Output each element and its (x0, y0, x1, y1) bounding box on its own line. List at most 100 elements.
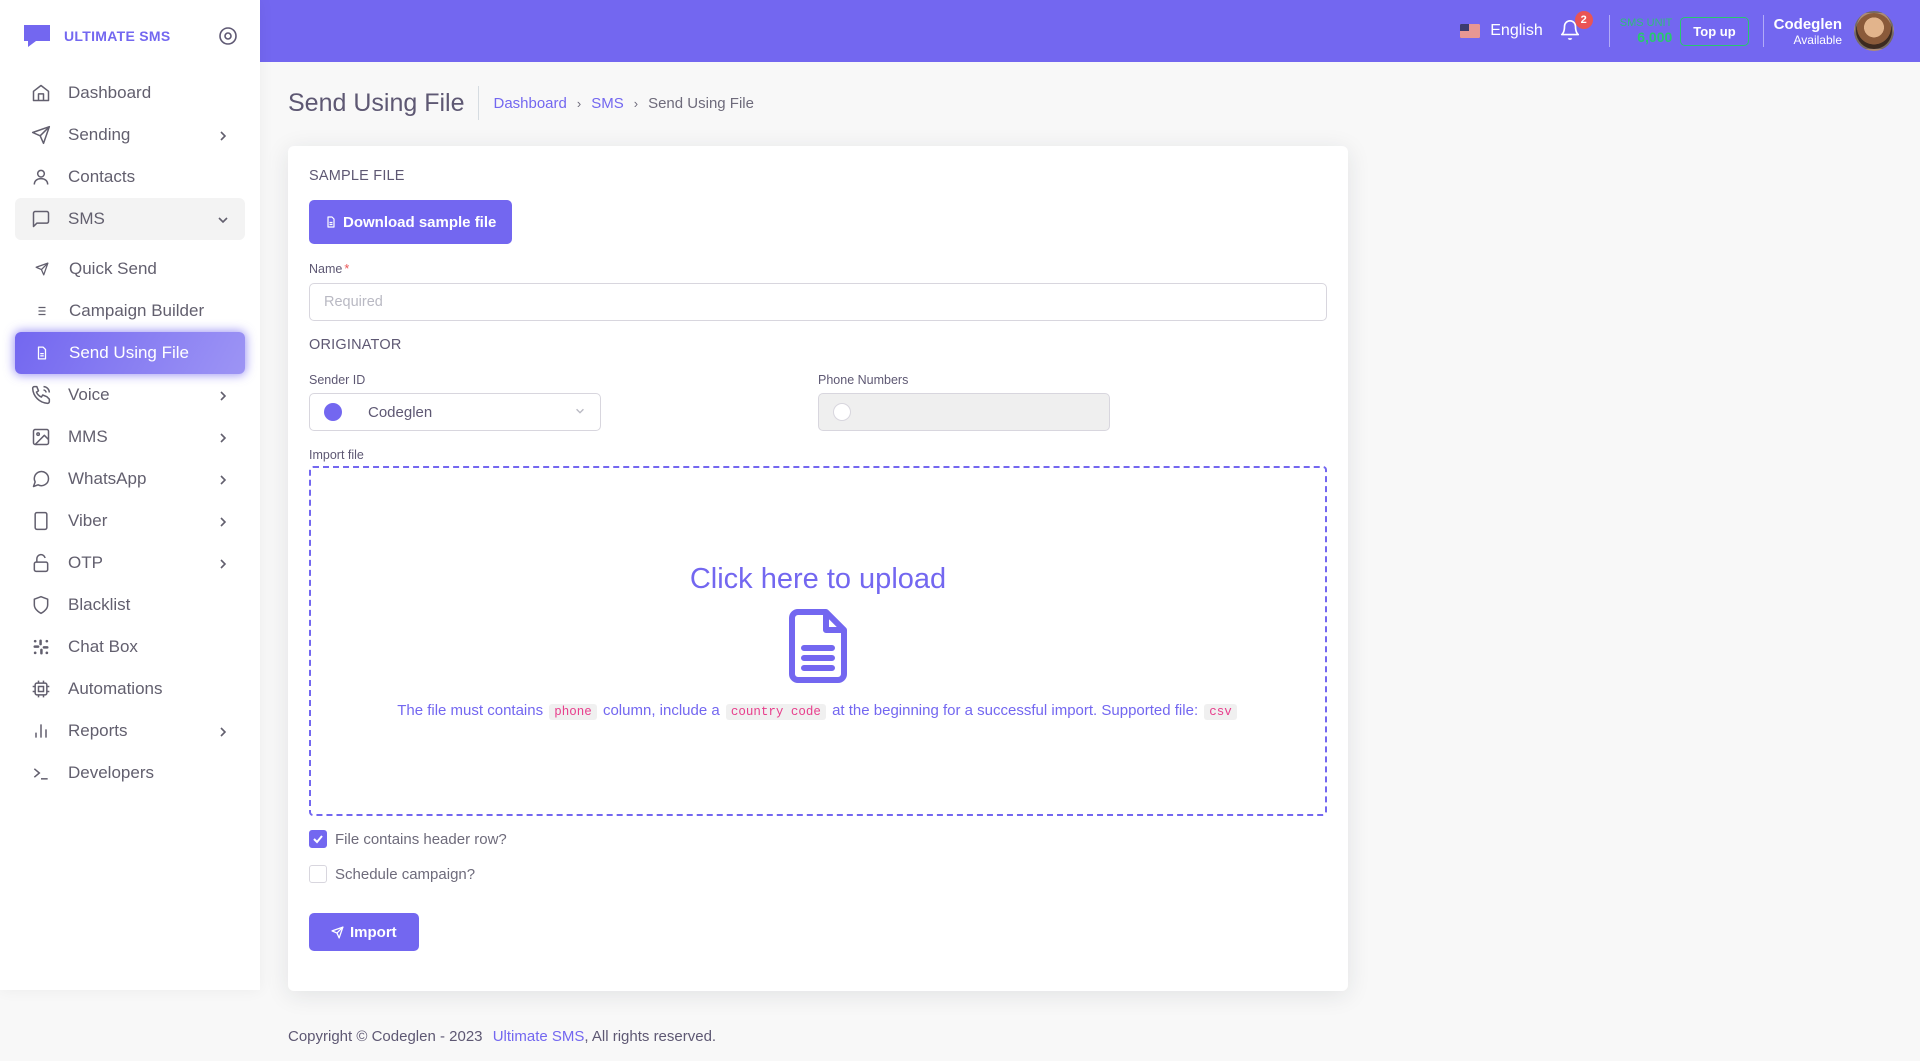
sidebar-item-label: SMS (68, 209, 105, 228)
footer-link[interactable]: Ultimate SMS (493, 1028, 585, 1045)
send-small-icon (31, 258, 53, 280)
chevron-right-icon: › (576, 95, 582, 111)
chevron-right-icon (216, 556, 230, 570)
name-label-text: Name (309, 262, 343, 276)
tablet-icon (30, 510, 52, 532)
message-circle-icon (30, 468, 52, 490)
footer: Copyright © Codeglen - 2023 Ultimate SMS… (288, 1028, 716, 1045)
sidebar-item-sms[interactable]: SMS (15, 198, 245, 240)
chevron-right-icon (216, 472, 230, 486)
sidebar-item-label: Developers (68, 763, 154, 782)
schedule-checkbox[interactable] (309, 865, 327, 883)
sidebar-item-label: Blacklist (68, 595, 131, 614)
chevron-right-icon (216, 724, 230, 738)
sidebar-item-developers[interactable]: Developers (15, 752, 245, 794)
sidebar-item-campaign-builder[interactable]: Campaign Builder (15, 290, 245, 332)
help-code-csv: csv (1204, 704, 1237, 720)
file-icon (31, 342, 53, 364)
main-content: Send Using File Dashboard › SMS › Send U… (288, 62, 1348, 991)
sidebar-item-blacklist[interactable]: Blacklist (15, 584, 245, 626)
sidebar-item-label: Reports (68, 721, 128, 740)
bell-icon (1559, 20, 1581, 45)
footer-suffix: , All rights reserved. (584, 1028, 717, 1045)
bar-chart-icon (30, 720, 52, 742)
language-selector[interactable]: English (1460, 22, 1543, 40)
breadcrumb-current: Send Using File (648, 94, 754, 112)
notifications-button[interactable]: 2 (1559, 11, 1593, 45)
sidebar-item-label: Quick Send (69, 259, 157, 278)
sms-unit-value: 6,000 (1637, 29, 1673, 45)
user-name: Codeglen (1773, 15, 1842, 33)
send-icon (331, 925, 344, 939)
upload-title: Click here to upload (689, 563, 947, 595)
avatar[interactable] (1854, 11, 1894, 51)
help-part2: column, include a (602, 702, 720, 719)
header-row-checkbox[interactable] (309, 830, 327, 848)
chevron-down-icon (216, 212, 230, 226)
phone-numbers-label: Phone Numbers (818, 373, 909, 387)
chevron-right-icon (216, 388, 230, 402)
home-icon (30, 82, 52, 104)
sidebar-item-reports[interactable]: Reports (15, 710, 245, 752)
breadcrumb-dashboard[interactable]: Dashboard (493, 95, 566, 112)
chevron-right-icon (216, 430, 230, 444)
sidebar-item-whatsapp[interactable]: WhatsApp (15, 458, 245, 500)
header-row-checkbox-row[interactable]: File contains header row? (309, 828, 1327, 850)
sidebar-item-label: MMS (68, 427, 108, 446)
sender-id-value: Codeglen (368, 403, 433, 421)
notification-badge: 2 (1574, 11, 1593, 29)
sidebar-item-mms[interactable]: MMS (15, 416, 245, 458)
sender-id-select[interactable]: Codeglen (309, 393, 601, 431)
phone-call-icon (30, 384, 52, 406)
breadcrumb-sms[interactable]: SMS (591, 95, 624, 112)
sidebar-item-label: Voice (68, 385, 110, 404)
sidebar-item-label: Send Using File (69, 343, 190, 362)
sidebar-item-label: Automations (68, 679, 163, 698)
slack-icon (30, 636, 52, 658)
help-code-phone: phone (549, 704, 597, 720)
import-button[interactable]: Import (309, 913, 419, 951)
phone-numbers-toggle[interactable] (818, 393, 1110, 431)
name-input[interactable]: Required (309, 283, 1327, 321)
divider (1762, 15, 1764, 47)
content-header: Send Using File Dashboard › SMS › Send U… (288, 62, 1348, 144)
sidebar-item-dashboard[interactable]: Dashboard (15, 72, 245, 114)
schedule-checkbox-row[interactable]: Schedule campaign? (309, 863, 1327, 885)
schedule-label: Schedule campaign? (335, 865, 476, 883)
sidebar-item-label: Viber (68, 511, 108, 530)
originator-title: ORIGINATOR (309, 337, 402, 353)
sidebar-item-quick-send[interactable]: Quick Send (15, 248, 245, 290)
copyright-text: Copyright © Codeglen - 2023 (288, 1028, 483, 1045)
list-icon (31, 300, 53, 322)
sidebar-toggle-icon[interactable] (218, 26, 238, 46)
required-asterisk: * (344, 262, 350, 276)
cpu-icon (30, 678, 52, 700)
message-square-icon (30, 208, 52, 230)
page-title: Send Using File (288, 86, 480, 120)
sidebar-item-label: Contacts (68, 167, 136, 186)
sidebar-item-otp[interactable]: OTP (15, 542, 245, 584)
sidebar-item-sending[interactable]: Sending (15, 114, 245, 156)
help-code-country: country code (725, 704, 826, 720)
us-flag-icon (1460, 24, 1481, 38)
top-up-button[interactable]: Top up (1680, 16, 1749, 46)
download-sample-button[interactable]: Download sample file (309, 200, 513, 244)
sidebar-item-voice[interactable]: Voice (15, 374, 245, 416)
brand[interactable]: ULTIMATE SMS (0, 0, 260, 72)
user-menu[interactable]: Codeglen Available (1774, 16, 1842, 47)
file-text-icon (786, 608, 850, 684)
sidebar-item-send-using-file[interactable]: Send Using File (15, 332, 245, 374)
sidebar-item-label: Sending (68, 125, 131, 144)
sidebar-item-automations[interactable]: Automations (15, 668, 245, 710)
file-icon (325, 215, 337, 229)
terminal-icon (30, 762, 52, 784)
sidebar-item-label: WhatsApp (68, 469, 147, 488)
topbar: English 2 SMS UNIT 6,000 Top up Codeglen… (260, 0, 1920, 62)
sidebar-item-contacts[interactable]: Contacts (15, 156, 245, 198)
name-label: Name * (309, 262, 1327, 276)
shield-icon (30, 594, 52, 616)
sidebar-item-viber[interactable]: Viber (15, 500, 245, 542)
file-dropzone[interactable]: Click here to upload The file must conta… (309, 466, 1327, 816)
chevron-right-icon: › (633, 95, 639, 111)
sidebar-item-chat-box[interactable]: Chat Box (15, 626, 245, 668)
